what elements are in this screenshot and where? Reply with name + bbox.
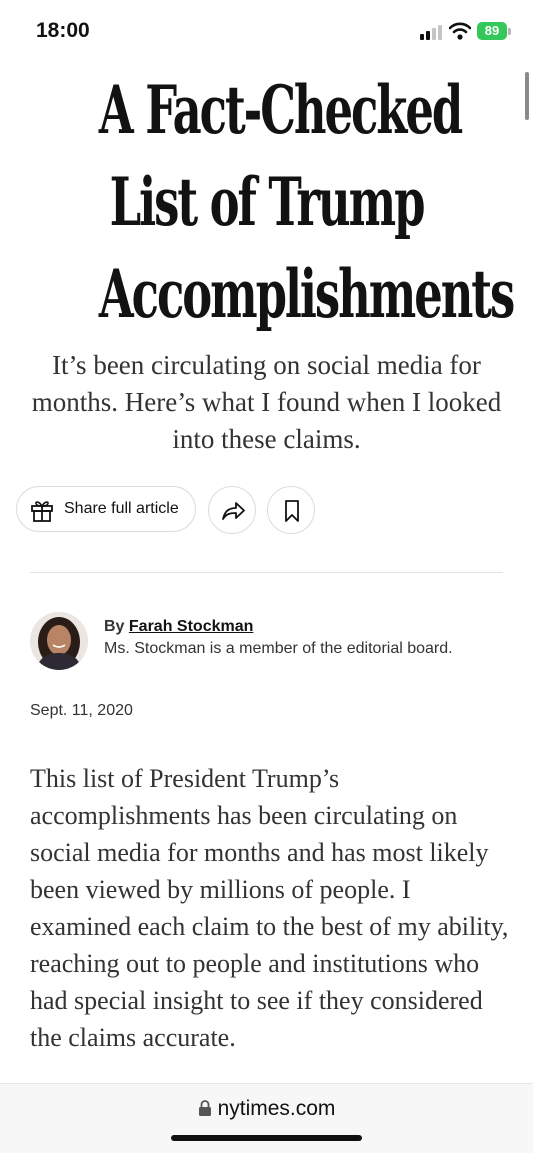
forward-arrow-icon [222, 502, 245, 520]
author-portrait-icon [30, 612, 88, 670]
article-summary: It’s been circulating on social media fo… [31, 350, 502, 454]
author-avatar[interactable] [30, 612, 88, 670]
headline-line: Accomplishments [98, 255, 515, 333]
battery-level: 89 [484, 23, 500, 38]
bookmark-button[interactable] [267, 486, 315, 534]
bookmark-icon [285, 500, 299, 522]
forward-button[interactable] [208, 486, 256, 534]
gift-icon [31, 501, 53, 522]
byline-prefix: By [104, 618, 129, 635]
url-display[interactable]: nytimes.com [0, 1097, 533, 1121]
byline-text: By Farah Stockman Ms. Stockman is a memb… [104, 616, 494, 660]
battery-tip [508, 28, 511, 35]
headline-line: A Fact-Checked [98, 71, 463, 149]
cellular-signal-icon [420, 24, 444, 40]
url-text: nytimes.com [217, 1097, 336, 1120]
share-full-article-button[interactable]: Share full article [16, 486, 196, 532]
author-description: Ms. Stockman is a member of the editoria… [104, 640, 453, 657]
share-button-label: Share full article [64, 500, 179, 517]
lock-icon [198, 1100, 211, 1116]
wifi-icon [449, 22, 471, 40]
article-body: This list of President Trump’s accomplis… [30, 764, 509, 1052]
author-link[interactable]: Farah Stockman [129, 618, 253, 635]
status-bar: 18:00 89 [0, 0, 533, 62]
status-time: 18:00 [36, 19, 90, 42]
home-indicator[interactable] [171, 1135, 362, 1141]
publish-date: Sept. 11, 2020 [30, 702, 133, 719]
browser-address-bar[interactable]: nytimes.com [0, 1083, 533, 1153]
byline: By Farah Stockman Ms. Stockman is a memb… [30, 612, 503, 692]
divider [30, 572, 503, 573]
battery-icon: 89 [477, 22, 507, 40]
article-headline: A Fact-Checked List of Trump Accomplishm… [98, 64, 515, 340]
scroll-indicator[interactable] [525, 72, 529, 120]
byline-line: By Farah Stockman [104, 616, 494, 638]
article-actions: Share full article [16, 486, 336, 536]
headline-line: List of Trump [109, 163, 426, 241]
